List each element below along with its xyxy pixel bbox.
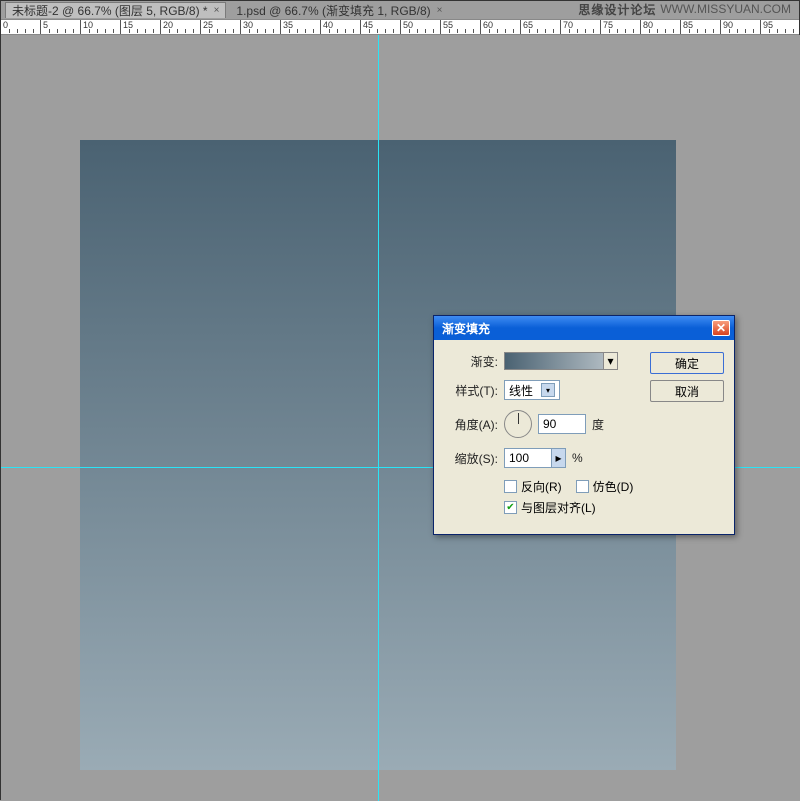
dither-label: 仿色(D) [593,478,634,495]
checkbox-box [576,480,589,493]
ruler-number: 85 [683,20,693,30]
dialog-body: 渐变: ▾ 样式(T): 线性 ▾ 角度(A): [434,340,734,534]
ruler-tick: 70 [561,20,601,35]
ruler-tick: 5 [41,20,81,35]
row-angle: 角度(A): 90 度 [444,410,642,438]
ruler-tick: 85 [681,20,721,35]
angle-input[interactable]: 90 [538,414,586,434]
ruler-tick: 40 [321,20,361,35]
ruler-number: 25 [203,20,213,30]
gradient-fill-dialog: 渐变填充 ✕ 渐变: ▾ 样式(T): 线性 ▾ [433,315,735,535]
gradient-label: 渐变: [444,353,504,370]
angle-unit: 度 [592,416,604,433]
ruler-number: 30 [243,20,253,30]
tab-label: 1.psd @ 66.7% (渐变填充 1, RGB/8) [236,2,430,19]
ruler-number: 80 [643,20,653,30]
style-value: 线性 [509,382,533,399]
reverse-checkbox[interactable]: 反向(R) [504,478,562,495]
ruler-number: 15 [123,20,133,30]
ruler-number: 95 [763,20,773,30]
watermark-brand: 思缘设计论坛 [578,1,656,18]
ruler-tick: 60 [481,20,521,35]
dialog-titlebar[interactable]: 渐变填充 ✕ [434,316,734,340]
gradient-preview[interactable] [504,352,604,370]
ruler-number: 35 [283,20,293,30]
ruler-tick: 0 [1,20,41,35]
angle-dial[interactable] [504,410,532,438]
cancel-button[interactable]: 取消 [650,380,724,402]
row-scale: 缩放(S): 100 ▸ % [444,448,642,468]
ruler-number: 90 [723,20,733,30]
ruler-tick: 30 [241,20,281,35]
ruler-tick: 35 [281,20,321,35]
ok-label: 确定 [675,355,699,372]
fields: 渐变: ▾ 样式(T): 线性 ▾ 角度(A): [444,352,642,520]
scale-value: 100 [509,451,529,465]
ruler-tick: 65 [521,20,561,35]
style-label: 样式(T): [444,382,504,399]
ruler-tick: 15 [121,20,161,35]
ruler-number: 60 [483,20,493,30]
ruler-number: 75 [603,20,613,30]
chevron-down-icon: ▾ [607,354,613,368]
ruler-tick: 90 [721,20,761,35]
row-style: 样式(T): 线性 ▾ [444,380,642,400]
scale-spinner[interactable]: ▸ [552,448,566,468]
ruler-tick: 55 [441,20,481,35]
ruler-number: 70 [563,20,573,30]
horizontal-ruler: 0510152025303540455055606570758085909510… [1,19,799,35]
dialog-title: 渐变填充 [438,320,712,337]
ruler-tick: 20 [161,20,201,35]
angle-label: 角度(A): [444,416,504,433]
document-tabs: 未标题-2 @ 66.7% (图层 5, RGB/8) * × 1.psd @ … [1,1,799,19]
close-icon: ✕ [716,321,726,335]
cancel-label: 取消 [675,383,699,400]
align-checkbox[interactable]: ✔ 与图层对齐(L) [504,499,596,516]
ruler-number: 45 [363,20,373,30]
align-label: 与图层对齐(L) [521,499,596,516]
row-gradient: 渐变: ▾ [444,352,642,370]
guide-vertical[interactable] [378,35,379,801]
tab-label: 未标题-2 @ 66.7% (图层 5, RGB/8) * [12,2,208,19]
scale-input[interactable]: 100 [504,448,552,468]
close-icon[interactable]: × [437,5,443,16]
ruler-tick: 80 [641,20,681,35]
checkbox-box: ✔ [504,501,517,514]
ruler-number: 0 [3,20,8,30]
ruler-tick: 95 [761,20,799,35]
reverse-label: 反向(R) [521,478,562,495]
ruler-tick: 50 [401,20,441,35]
ruler-number: 40 [323,20,333,30]
gradient-picker-arrow[interactable]: ▾ [604,352,618,370]
ok-button[interactable]: 确定 [650,352,724,374]
watermark-url: WWW.MISSYUAN.COM [660,2,791,16]
canvas-area: 渐变填充 ✕ 渐变: ▾ 样式(T): 线性 ▾ [1,35,800,801]
ruler-number: 50 [403,20,413,30]
close-button[interactable]: ✕ [712,320,730,336]
ruler-number: 55 [443,20,453,30]
ruler-tick: 25 [201,20,241,35]
scale-unit: % [572,451,583,465]
style-select[interactable]: 线性 ▾ [504,380,560,400]
ruler-number: 10 [83,20,93,30]
ruler-number: 20 [163,20,173,30]
ruler-tick: 75 [601,20,641,35]
dither-checkbox[interactable]: 仿色(D) [576,478,634,495]
tab-doc2[interactable]: 1.psd @ 66.7% (渐变填充 1, RGB/8) × [230,2,448,18]
button-column: 确定 取消 [650,352,724,520]
checkbox-box [504,480,517,493]
ruler-number: 65 [523,20,533,30]
watermark: 思缘设计论坛 WWW.MISSYUAN.COM [578,1,791,17]
ruler-tick: 45 [361,20,401,35]
scale-label: 缩放(S): [444,450,504,467]
close-icon[interactable]: × [214,5,220,16]
ruler-number: 5 [43,20,48,30]
tab-doc1[interactable]: 未标题-2 @ 66.7% (图层 5, RGB/8) * × [5,2,226,18]
checkboxes: 反向(R) 仿色(D) ✔ 与图层对齐(L) [444,478,642,516]
angle-value: 90 [543,417,556,431]
ruler-tick: 10 [81,20,121,35]
chevron-down-icon: ▾ [541,383,555,397]
caret-right-icon: ▸ [555,451,561,465]
